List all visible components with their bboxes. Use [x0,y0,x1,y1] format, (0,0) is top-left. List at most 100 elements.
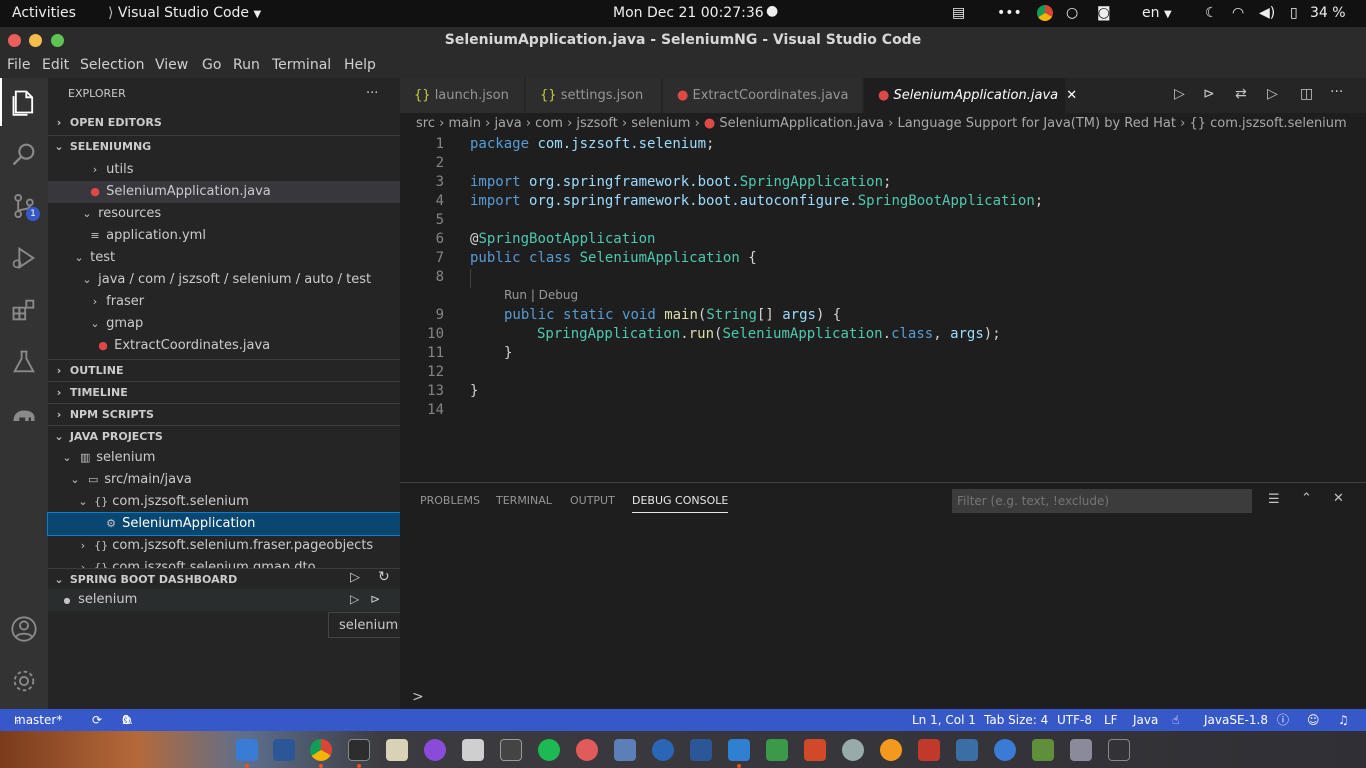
chrome-icon[interactable] [1037,5,1053,21]
info-icon[interactable]: ⓘ [1277,709,1289,731]
settings-gear-icon[interactable] [10,667,38,695]
tab-launch-json[interactable]: {} launch.json [400,78,525,113]
clock[interactable]: Mon Dec 21 00:27:36 [613,5,764,21]
npm-scripts-section[interactable]: › NPM SCRIPTS [48,403,400,425]
trash-icon[interactable] [1108,739,1130,761]
compare-changes-icon[interactable]: ⇄ [1235,86,1247,102]
battery-icon[interactable]: ▯ [1290,5,1298,21]
console-prompt[interactable]: > [412,689,424,705]
menu-selection[interactable]: Selection [80,57,145,73]
java-package-gmap-dto[interactable]: › {} com.jszsoft.selenium.gmap.dto [48,557,400,568]
presentation-app-icon[interactable] [804,739,826,761]
java-project-selenium[interactable]: ⌄ ▥ selenium [48,447,400,469]
pdf-app-icon[interactable] [918,739,940,761]
chrome-app-icon[interactable] [310,739,332,761]
run-all-icon[interactable]: ▷ [350,570,360,585]
tab-problems[interactable]: PROBLEMS [420,494,480,507]
java-class-selenium-application[interactable]: ⚙ SeleniumApplication [47,512,401,536]
video-app-icon[interactable] [500,739,522,761]
activities-button[interactable]: Activities [12,5,76,21]
encoding[interactable]: UTF-8 [1057,709,1092,731]
refresh-icon[interactable]: ↻ [378,569,390,585]
tab-extract-coordinates[interactable]: ● ExtractCoordinates.java [663,78,863,113]
java-source-root[interactable]: ⌄ ▭ src/main/java [48,469,400,491]
tab-selenium-application[interactable]: ● SeleniumApplication.java ✕ [864,78,1077,113]
accounts-icon[interactable] [10,615,38,643]
tree-file-application-yml[interactable]: ≡ application.yml [48,225,400,247]
run-app-icon[interactable]: ▷ [350,592,359,606]
gradle-elephant-icon[interactable] [10,400,38,428]
tree-folder-fraser[interactable]: › fraser [48,291,400,313]
vlc-app-icon[interactable] [880,739,902,761]
code-editor[interactable]: 1 2 3 4 5 6 7 8 9 10 11 12 13 14 package… [400,135,1366,482]
files-app-icon[interactable] [236,739,258,761]
tree-folder-java-path[interactable]: ⌄ java / com / jszsoft / selenium / auto… [48,269,400,291]
language-mode[interactable]: Java [1133,709,1158,731]
breadcrumb-src[interactable]: src [416,116,435,131]
breadcrumb-language[interactable]: Language Support for Java(TM) by Red Hat [898,116,1176,131]
settings-app-icon[interactable] [956,739,978,761]
menu-file[interactable]: File [7,57,30,73]
more-actions-icon[interactable]: ··· [366,83,396,105]
breadcrumb-selenium[interactable]: selenium [631,116,690,131]
camera-icon[interactable]: ◙ [1097,5,1111,21]
tree-file-selenium-application[interactable]: ● SeleniumApplication.java [48,181,400,203]
store-app-icon[interactable] [652,739,674,761]
menu-terminal[interactable]: Terminal [272,57,331,73]
wifi-icon[interactable]: ◠ [1232,5,1244,21]
tree-folder-resources[interactable]: ⌄ resources [48,203,400,225]
tab-debug-console[interactable]: DEBUG CONSOLE [632,494,729,513]
notifications-bell-icon[interactable]: ♫ [1338,709,1349,731]
spring-app-selenium[interactable]: ● selenium [48,589,400,611]
calculator-app-icon[interactable] [462,739,484,761]
tab-size[interactable]: Tab Size: 4 [984,709,1048,731]
search-icon[interactable] [10,140,38,168]
java-package-fraser[interactable]: › {} com.jszsoft.selenium.fraser.pageobj… [48,535,400,557]
end-of-line[interactable]: LF [1104,709,1118,731]
outline-section[interactable]: › OUTLINE [48,359,400,381]
cursor-position[interactable]: Ln 1, Col 1 [912,709,976,731]
browser-app-icon[interactable] [424,739,446,761]
tree-folder-test[interactable]: ⌄ test [48,247,400,269]
system-monitor-app-icon[interactable] [1070,739,1092,761]
app-menu[interactable]: ⟩ Visual Studio Code ▼ [108,5,261,21]
recorder-app-icon[interactable] [576,739,598,761]
debug-filter-input[interactable] [952,489,1252,513]
breadcrumb-jszsoft[interactable]: jszsoft [576,116,617,131]
tree-file-extract-coordinates[interactable]: ● ExtractCoordinates.java [48,335,400,357]
run-debug-icon[interactable] [10,244,38,272]
breadcrumb-file[interactable]: SeleniumApplication.java [719,116,884,131]
spring-boot-dashboard-section[interactable]: ⌄ SPRING BOOT DASHBOARD [48,568,400,590]
volume-icon[interactable]: ◀) [1259,5,1275,21]
chat-app-icon[interactable] [842,739,864,761]
tab-terminal[interactable]: TERMINAL [496,494,552,507]
split-editor-icon[interactable]: ◫ [1300,86,1313,102]
breadcrumb-main[interactable]: main [448,116,480,131]
debug-app-icon[interactable]: ⊳ [370,592,380,606]
zoom-app-icon[interactable] [994,739,1016,761]
menu-run[interactable]: Run [233,57,260,73]
thumbs-up-icon[interactable]: ☝ [1172,709,1179,731]
language-indicator[interactable]: en ▼ [1142,5,1172,21]
feedback-icon[interactable]: ☺ [1307,709,1320,731]
breadcrumb-com[interactable]: com [535,116,563,131]
java-projects-section[interactable]: ⌄ JAVA PROJECTS [48,425,400,447]
run-code-icon[interactable]: ▷ [1267,86,1278,102]
spotify-app-icon[interactable] [538,739,560,761]
timeline-section[interactable]: › TIMELINE [48,381,400,403]
tab-settings-json[interactable]: {} settings.json [526,78,662,113]
terminal-app-icon[interactable] [348,739,370,761]
explorer-icon[interactable] [10,88,38,116]
testing-flask-icon[interactable] [10,348,38,376]
sync-icon[interactable]: ⟳ [92,709,102,731]
vscode-app-icon[interactable] [728,739,750,761]
clear-console-icon[interactable]: ☰ [1268,492,1280,507]
minecraft-app-icon[interactable] [1032,739,1054,761]
menu-help[interactable]: Help [344,57,376,73]
menu-edit[interactable]: Edit [42,57,69,73]
tree-folder-utils[interactable]: › utils [48,159,400,181]
lightbulb-icon[interactable]: ○ [1066,5,1078,21]
close-tab-icon[interactable]: ✕ [1066,88,1077,103]
breadcrumb-java[interactable]: java [494,116,521,131]
tree-folder-gmap[interactable]: ⌄ gmap [48,313,400,335]
